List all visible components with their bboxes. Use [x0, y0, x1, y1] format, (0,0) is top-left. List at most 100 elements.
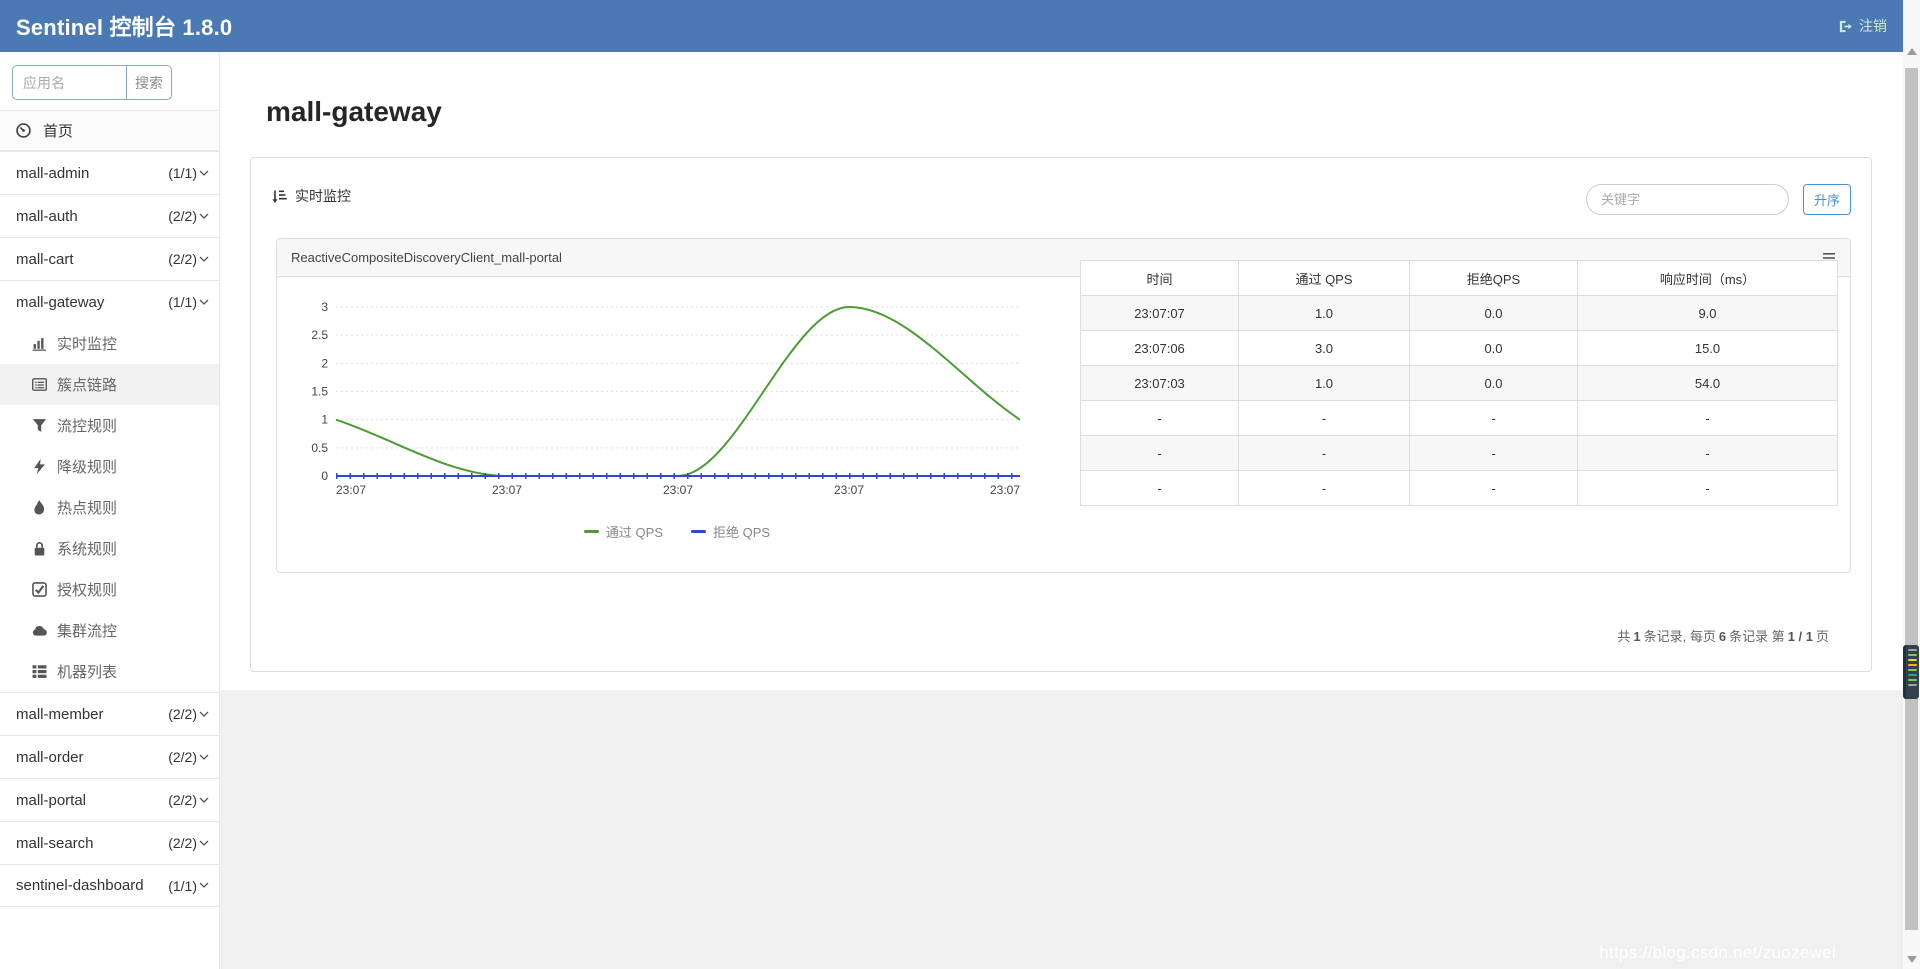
- chevron-down-icon: [199, 797, 209, 804]
- table-cell: -: [1410, 436, 1578, 471]
- table-cell: -: [1578, 401, 1838, 436]
- svg-text:23:07: 23:07: [492, 483, 522, 497]
- table-cell: -: [1081, 436, 1239, 471]
- keyword-input[interactable]: [1586, 184, 1789, 215]
- app-count: (2/2): [168, 749, 209, 765]
- svg-text:23:07: 23:07: [990, 483, 1020, 497]
- dashboard-gauge-icon: [16, 123, 31, 138]
- submenu-item-realtime-monitor[interactable]: 实时监控: [0, 323, 219, 364]
- sidebar-item-mall-portal[interactable]: mall-portal (2/2): [0, 778, 219, 821]
- legend-label: 通过 QPS: [606, 522, 663, 541]
- scrollbar-up-arrow[interactable]: [1907, 48, 1917, 55]
- monitor-table: 时间通过 QPS拒绝QPS响应时间（ms）23:07:071.00.09.023…: [1080, 260, 1838, 506]
- sidebar-item-mall-auth[interactable]: mall-auth (2/2): [0, 194, 219, 237]
- chart-card-title: ReactiveCompositeDiscoveryClient_mall-po…: [291, 250, 562, 265]
- table-row: ----: [1081, 471, 1838, 506]
- svg-text:1.5: 1.5: [311, 385, 328, 399]
- app-name: mall-auth: [16, 208, 78, 225]
- sidebar-home-label: 首页: [43, 120, 73, 141]
- table-cell: -: [1081, 471, 1239, 506]
- table-row: ----: [1081, 401, 1838, 436]
- record-total: 1: [1633, 629, 1640, 644]
- submenu-item-authority-rules[interactable]: 授权规则: [0, 569, 219, 610]
- cloud-icon: [32, 623, 47, 638]
- monitor-panel: 实时监控 升序 ReactiveCompositeDiscoveryClient…: [250, 157, 1872, 672]
- vertical-scrollbar: [1903, 0, 1920, 969]
- watermark-url: https://blog.csdn.net/zuozewei: [1599, 943, 1836, 963]
- app-count: (2/2): [168, 792, 209, 808]
- table-row: ----: [1081, 436, 1838, 471]
- sidebar-item-mall-order[interactable]: mall-order (2/2): [0, 735, 219, 778]
- logout-button[interactable]: 注销: [1838, 16, 1887, 36]
- qps-line-chart: 00.511.522.5323:0723:0723:0723:0723:07: [293, 289, 1053, 524]
- mall-gateway-submenu: 实时监控 簇点链路 流控规则 降级规则: [0, 323, 219, 692]
- sidebar: 搜索 首页 mall-admin (1/1) mall-auth (2/2) m…: [0, 52, 220, 969]
- submenu-label: 机器列表: [57, 661, 117, 682]
- svg-text:23:07: 23:07: [663, 483, 693, 497]
- submenu-item-system-rules[interactable]: 系统规则: [0, 528, 219, 569]
- sidebar-item-mall-search[interactable]: mall-search (2/2): [0, 821, 219, 864]
- chevron-down-icon: [199, 213, 209, 220]
- check-square-icon: [32, 582, 47, 597]
- scrollbar-down-arrow[interactable]: [1907, 956, 1917, 963]
- sort-order-button[interactable]: 升序: [1803, 184, 1851, 215]
- chevron-down-icon: [199, 882, 209, 889]
- submenu-item-cluster-flow[interactable]: 集群流控: [0, 610, 219, 651]
- app-search-input[interactable]: [12, 65, 126, 100]
- legend-item-reject-qps[interactable]: 拒绝 QPS: [691, 522, 770, 541]
- app-name: mall-member: [16, 706, 104, 723]
- submenu-item-hotspot-rules[interactable]: 热点规则: [0, 487, 219, 528]
- sidebar-item-mall-admin[interactable]: mall-admin (1/1): [0, 151, 219, 194]
- resource-chart-card: ReactiveCompositeDiscoveryClient_mall-po…: [276, 238, 1851, 573]
- sort-amount-icon: [271, 188, 287, 204]
- table-cell: 1.0: [1239, 366, 1410, 401]
- app-name: sentinel-dashboard: [16, 877, 144, 894]
- svg-text:0.5: 0.5: [311, 441, 328, 455]
- fire-icon: [32, 500, 47, 515]
- app-count: (2/2): [168, 835, 209, 851]
- panel-heading: 实时监控: [271, 186, 351, 206]
- bolt-icon: [32, 459, 47, 474]
- submenu-label: 降级规则: [57, 456, 117, 477]
- top-navbar: Sentinel 控制台 1.8.0 注销: [0, 0, 1903, 52]
- submenu-label: 实时监控: [57, 333, 117, 354]
- app-name: mall-portal: [16, 792, 86, 809]
- list-alt-icon: [32, 377, 47, 392]
- submenu-label: 簇点链路: [57, 374, 117, 395]
- table-cell: 3.0: [1239, 331, 1410, 366]
- app-name: mall-search: [16, 835, 94, 852]
- sidebar-item-home[interactable]: 首页: [0, 110, 219, 151]
- table-row: 23:07:063.00.015.0: [1081, 331, 1838, 366]
- svg-text:1: 1: [321, 413, 328, 427]
- scrollbar-thumb[interactable]: [1905, 68, 1918, 930]
- sidebar-item-mall-gateway[interactable]: mall-gateway (1/1): [0, 280, 219, 323]
- pagination-summary: 共1条记录, 每页6条记录 第1 / 1页: [1617, 626, 1829, 645]
- submenu-item-degrade-rules[interactable]: 降级规则: [0, 446, 219, 487]
- table-row: 23:07:071.00.09.0: [1081, 296, 1838, 331]
- app-count: (2/2): [168, 208, 209, 224]
- submenu-item-cluster-link[interactable]: 簇点链路: [0, 364, 219, 405]
- chevron-down-icon: [199, 170, 209, 177]
- legend-item-pass-qps[interactable]: 通过 QPS: [584, 522, 663, 541]
- table-cell: -: [1239, 471, 1410, 506]
- main-content: mall-gateway 实时监控 升序 ReactiveCompositeDi…: [220, 52, 1903, 969]
- submenu-label: 授权规则: [57, 579, 117, 600]
- records-per-page: 6: [1719, 629, 1726, 644]
- sidebar-item-mall-member[interactable]: mall-member (2/2): [0, 692, 219, 735]
- sidebar-item-sentinel-dashboard[interactable]: sentinel-dashboard (1/1): [0, 864, 219, 907]
- sign-out-icon: [1838, 19, 1853, 34]
- submenu-item-flow-rules[interactable]: 流控规则: [0, 405, 219, 446]
- app-count: (1/1): [168, 294, 209, 310]
- table-cell: 23:07:03: [1081, 366, 1239, 401]
- table-cell: 23:07:07: [1081, 296, 1239, 331]
- svg-text:2: 2: [321, 356, 328, 370]
- submenu-item-machine-list[interactable]: 机器列表: [0, 651, 219, 692]
- scroll-minimap-widget[interactable]: [1903, 645, 1919, 699]
- submenu-label: 系统规则: [57, 538, 117, 559]
- table-cell: -: [1578, 471, 1838, 506]
- chart-legend: 通过 QPS 拒绝 QPS: [277, 522, 1077, 541]
- app-search-button[interactable]: 搜索: [126, 65, 172, 100]
- sidebar-item-mall-cart[interactable]: mall-cart (2/2): [0, 237, 219, 280]
- table-cell: 54.0: [1578, 366, 1838, 401]
- table-cell: 0.0: [1410, 331, 1578, 366]
